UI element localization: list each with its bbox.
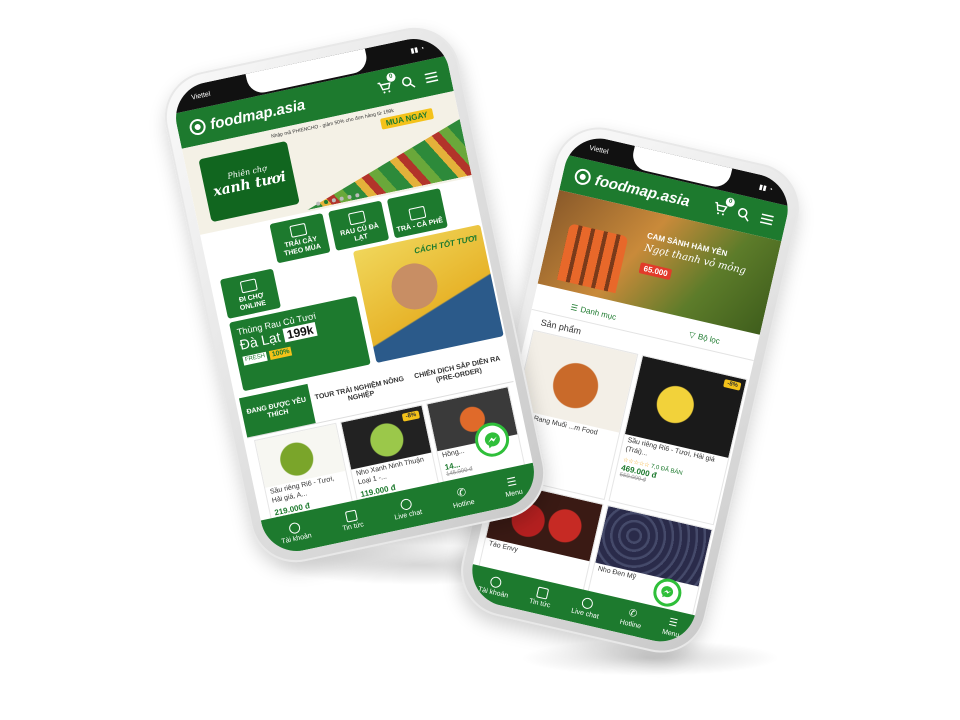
vegetable-icon <box>347 210 367 226</box>
messenger-icon <box>661 586 674 598</box>
funnel-icon: ▽ <box>688 329 697 340</box>
nav-hotline[interactable]: ✆ Hotline <box>449 484 476 511</box>
category-label: Danh mục <box>579 304 618 322</box>
category-tile[interactable]: RAU CỦ ĐÀ LẠT <box>328 200 390 251</box>
user-icon <box>287 521 301 535</box>
chat-icon <box>399 497 413 511</box>
cart-icon[interactable]: 0 <box>712 196 736 217</box>
messenger-icon <box>484 432 500 449</box>
nav-label: Live chat <box>570 607 600 621</box>
search-icon[interactable] <box>400 74 417 91</box>
phone-left-screen: Viettel ▮▮ ◔ foodmap.asia 0 Nhập mã PHIE… <box>169 32 541 558</box>
person-silhouette <box>387 259 442 314</box>
carrier-label: Viettel <box>190 90 212 102</box>
tile-label: TRÁI CÂY THEO MÙA <box>283 235 322 258</box>
menu-icon: ☰ <box>505 475 518 490</box>
phone-left: Viettel ▮▮ ◔ foodmap.asia 0 Nhập mã PHIE… <box>156 19 554 571</box>
nav-news[interactable]: Tin tức <box>528 585 553 609</box>
promo-person-image[interactable]: CÁCH TỐT TƯƠI <box>352 224 504 363</box>
nav-label: Menu <box>504 488 524 499</box>
basket-icon <box>239 278 258 294</box>
tile-label: TRÀ - CÀ PHÊ <box>396 217 444 234</box>
phone-icon: ✆ <box>627 607 639 621</box>
nav-label: Tài khoản <box>280 532 313 546</box>
nav-label: Hotline <box>618 618 642 631</box>
foodmap-logo-icon <box>573 167 593 187</box>
nav-news[interactable]: Tin tức <box>339 509 364 533</box>
phone-icon: ✆ <box>455 486 468 500</box>
category-button[interactable]: ☰ Danh mục <box>570 302 617 321</box>
filter-label: Bộ lọc <box>697 331 721 346</box>
category-tile[interactable]: TRÀ - CÀ PHÊ <box>386 188 448 239</box>
tile-label: ĐI CHỢ ONLINE <box>238 291 267 313</box>
foodmap-logo-icon <box>188 117 208 137</box>
user-icon <box>488 575 503 589</box>
nav-hotline[interactable]: ✆ Hotline <box>618 606 645 631</box>
coffee-icon <box>408 205 427 221</box>
cart-icon[interactable]: 0 <box>376 71 397 96</box>
fruit-icon <box>289 222 308 238</box>
nav-account[interactable]: Tài khoản <box>477 573 511 600</box>
news-icon <box>344 509 358 523</box>
menu-icon[interactable] <box>758 211 775 228</box>
menu-icon: ☰ <box>667 616 679 630</box>
banner-people-image <box>556 223 629 294</box>
promo-side-text: CÁCH TỐT TƯƠI <box>413 233 478 256</box>
nav-label: Tin tức <box>341 521 365 533</box>
nav-label: Hotline <box>452 498 476 511</box>
nav-label: Tài khoản <box>477 586 509 600</box>
banner-produce-image <box>295 118 472 210</box>
chat-icon <box>580 596 594 610</box>
nav-label: Live chat <box>393 508 423 522</box>
fresh-label: FRESH <box>242 351 269 366</box>
nav-live-chat[interactable]: Live chat <box>570 595 602 621</box>
category-tile[interactable]: TRÁI CÂY THEO MÙA <box>269 213 331 264</box>
cart-count-badge: 0 <box>385 71 397 83</box>
filter-button[interactable]: ▽ Bộ lọc <box>688 330 721 346</box>
list-icon: ☰ <box>569 302 579 313</box>
carrier-label: Viettel <box>588 144 610 156</box>
wifi-icon: ▮▮ ◔ <box>409 45 426 56</box>
nav-account[interactable]: Tài khoản <box>278 520 312 546</box>
nav-menu[interactable]: ☰ Menu <box>661 616 683 639</box>
news-icon <box>535 586 549 600</box>
banner-badge: Phiên chợ xanh tươi <box>198 140 300 223</box>
banner-price: 65.000 <box>638 262 673 281</box>
percent-label: 100% <box>269 346 293 360</box>
nav-label: Menu <box>661 628 680 640</box>
nav-live-chat[interactable]: Live chat <box>391 496 423 522</box>
wifi-icon: ▮▮ ◔ <box>758 183 774 194</box>
nav-menu[interactable]: ☰ Menu <box>502 474 524 499</box>
search-icon[interactable] <box>735 206 752 223</box>
menu-icon[interactable] <box>423 69 440 86</box>
tile-label: RAU CỦ ĐÀ LẠT <box>339 222 380 243</box>
category-tile[interactable]: ĐI CHỢ ONLINE <box>219 268 282 319</box>
nav-label: Tin tức <box>528 597 551 610</box>
